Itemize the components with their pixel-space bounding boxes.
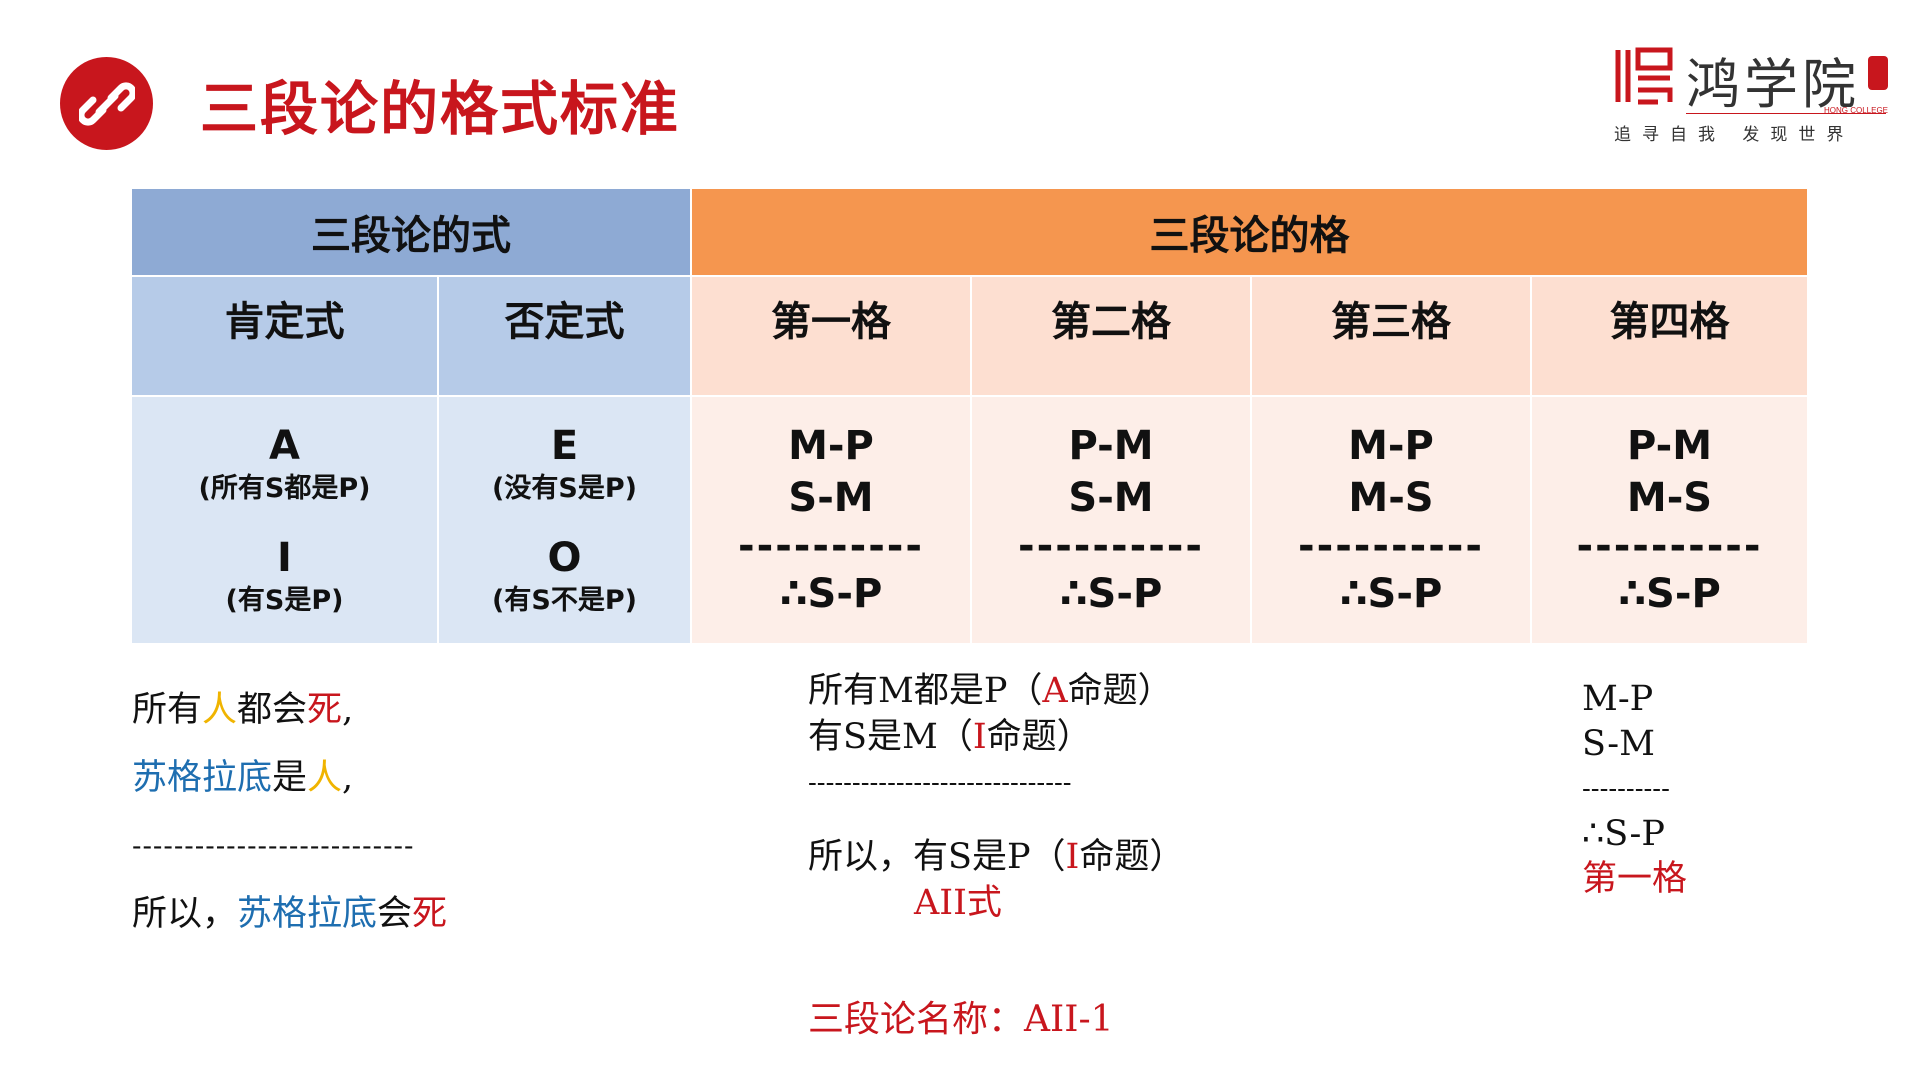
example-major-premise: 所有人都会死,	[132, 690, 354, 730]
syllogism-table: 三段论的式 三段论的格 肯定式 否定式 第一格 第二格 第三格 第四格 A (所…	[130, 187, 1809, 645]
figure-2-major: P-M	[1068, 423, 1154, 469]
header-affirmative: 肯定式	[130, 275, 439, 397]
figure-1-minor: S-M	[788, 475, 874, 521]
figure-example-major: M-P	[1582, 679, 1654, 719]
analysis-minor: 有S是M（I命题）	[808, 717, 1092, 757]
header-negative: 否定式	[437, 275, 692, 397]
analysis-mood-label: AII式	[914, 883, 1002, 923]
figure-1-divider: ----------	[737, 523, 924, 569]
college-slogan: 追寻自我 发现世界	[1614, 125, 1855, 145]
figure-example-minor: S-M	[1582, 724, 1655, 764]
mood-e: E	[550, 423, 579, 469]
negative-moods-cell: E (没有S是P) O (有S不是P)	[437, 395, 692, 645]
header-figure-3: 第三格	[1250, 275, 1532, 397]
seal-icon	[1868, 56, 1888, 90]
example-analysis: 所有M都是P（A命题） 有S是M（I命题） ------------------…	[808, 668, 1184, 926]
mood-group-header: 三段论的式	[130, 187, 692, 277]
page-title: 三段论的格式标准	[200, 75, 681, 143]
mood-e-note: (没有S是P)	[492, 473, 637, 504]
figure-example-conclusion: ∴S-P	[1582, 814, 1665, 854]
figure-4-minor: M-S	[1626, 475, 1713, 521]
mood-o: O	[547, 535, 582, 581]
figure-3-minor: M-S	[1348, 475, 1434, 521]
example-divider: ---------------------------	[132, 829, 415, 862]
analysis-major: 所有M都是P（A命题）	[808, 671, 1173, 711]
figure-4-divider: ----------	[1576, 523, 1763, 569]
example-figure: M-P S-M ---------- ∴S-P 第一格	[1582, 677, 1687, 902]
example-conclusion: 所以，苏格拉底会死	[132, 894, 448, 934]
figure-example-label: 第一格	[1582, 859, 1688, 899]
analysis-conclusion: 所以，有S是P（I命题）	[808, 837, 1185, 877]
header-figure-1: 第一格	[690, 275, 972, 397]
figure-example-divider: ----------	[1582, 774, 1670, 804]
syllogism-name: 三段论名称：AII-1	[808, 999, 1114, 1040]
college-logo: 鸿学院 HONG COLLEGE 追寻自我 发现世界	[1612, 40, 1892, 150]
figure-3-conclusion: ∴S-P	[1339, 571, 1443, 617]
mood-i-note: (有S是P)	[225, 585, 344, 616]
figure-3-cell: M-P M-S ---------- ∴S-P	[1250, 395, 1532, 645]
affirmative-moods-cell: A (所有S都是P) I (有S是P)	[130, 395, 439, 645]
figure-2-minor: S-M	[1068, 475, 1154, 521]
figure-4-conclusion: ∴S-P	[1618, 571, 1721, 617]
link-icon	[60, 57, 153, 150]
mood-a: A	[269, 423, 300, 469]
example-minor-premise: 苏格拉底是人,	[132, 758, 354, 798]
header-figure-2: 第二格	[970, 275, 1252, 397]
college-logo-mark-icon	[1615, 47, 1673, 105]
college-english-name: HONG COLLEGE	[1823, 106, 1888, 115]
analysis-divider: ------------------------------	[808, 768, 1072, 798]
figure-group-header: 三段论的格	[690, 187, 1809, 277]
mood-a-note: (所有S都是P)	[198, 473, 371, 504]
example-syllogism: 所有人都会死, 苏格拉底是人, ------------------------…	[132, 685, 447, 957]
figure-4-cell: P-M M-S ---------- ∴S-P	[1530, 395, 1809, 645]
figure-1-conclusion: ∴S-P	[779, 571, 883, 617]
figure-1-major: M-P	[788, 423, 874, 469]
figure-2-conclusion: ∴S-P	[1059, 571, 1163, 617]
header-figure-4: 第四格	[1530, 275, 1809, 397]
figure-2-divider: ----------	[1017, 523, 1204, 569]
figure-2-cell: P-M S-M ---------- ∴S-P	[970, 395, 1252, 645]
figure-3-major: M-P	[1348, 423, 1434, 469]
figure-1-cell: M-P S-M ---------- ∴S-P	[690, 395, 972, 645]
mood-i: I	[277, 535, 292, 581]
figure-4-major: P-M	[1626, 423, 1713, 469]
figure-3-divider: ----------	[1297, 523, 1484, 569]
mood-o-note: (有S不是P)	[492, 585, 637, 616]
